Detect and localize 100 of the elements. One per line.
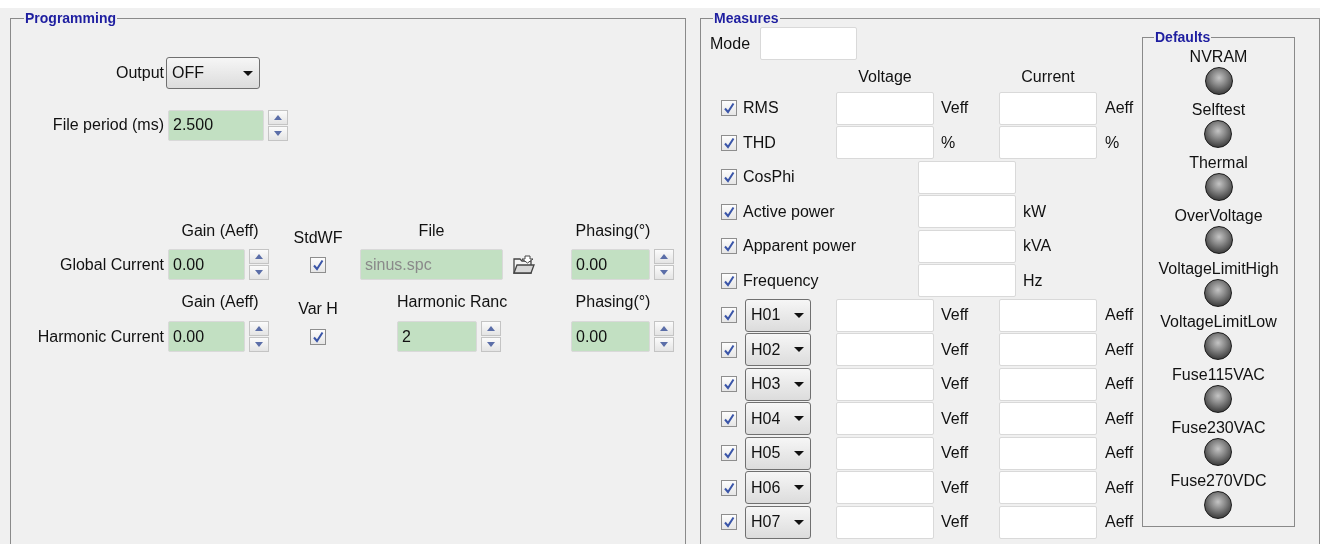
triangle-down-icon [660,342,668,347]
harmonic-dropdown[interactable]: H06 [745,471,811,505]
spin-up-button[interactable] [249,321,269,336]
file-period-field[interactable]: 2.500 [168,109,264,141]
triangle-down-icon [274,130,282,136]
triangle-down-icon [660,270,668,275]
indicator-label: NVRAM [1189,47,1248,67]
measure-label: Apparent power [743,237,857,256]
spin-down-button[interactable] [481,337,501,352]
checkbox[interactable] [721,203,737,220]
checkbox[interactable] [721,272,737,289]
unit-label: % [1104,133,1121,152]
spin-down-button[interactable] [654,265,674,280]
checkbox[interactable] [721,445,737,462]
row-label: Global Current [58,255,164,274]
measure-label: Active power [743,202,836,221]
spin-down-button[interactable] [654,337,674,352]
caret-icon [794,347,804,353]
measure-label: Frequency [743,271,820,290]
spin-down-button[interactable] [249,337,269,352]
folder-icon[interactable] [512,253,536,276]
voltage-field[interactable] [836,505,934,539]
current-field[interactable] [999,298,1097,332]
checkbox[interactable] [721,307,737,324]
harmonic-dropdown[interactable]: H07 [745,505,811,539]
unit-label: Aeff [1104,99,1135,118]
column-header: File [417,221,446,241]
current-field[interactable] [999,471,1097,505]
triangle-down-icon [487,342,495,347]
value-field[interactable] [918,160,1016,194]
spin-up-button[interactable] [654,249,674,264]
indicator-label: Thermal [1189,153,1248,173]
spin-up-button[interactable] [268,109,288,125]
unit-label: Aeff [1104,513,1135,532]
checkbox[interactable] [721,341,737,358]
panel-title: Measures [713,10,780,26]
voltage-field[interactable] [836,91,934,125]
checkbox[interactable] [721,238,737,255]
voltage-field[interactable] [836,298,934,332]
harmonic-dropdown[interactable]: H04 [745,402,811,436]
voltage-field[interactable] [836,367,934,401]
value-field[interactable] [918,229,1016,263]
triangle-up-icon [274,114,282,120]
voltage-field[interactable] [836,333,934,367]
current-field[interactable] [999,333,1097,367]
harmonic-range-field[interactable]: 2 [397,321,477,352]
unit-label: Veff [940,340,970,359]
indicator-label: OverVoltage [1174,206,1263,226]
voltage-field[interactable] [836,402,934,436]
checkbox[interactable] [721,100,737,117]
measure-label: CosPhi [743,168,796,187]
caret-icon [794,519,804,525]
unit-label: kVA [1022,237,1053,256]
checkbox[interactable] [721,169,737,186]
harmonic-dropdown[interactable]: H02 [745,333,811,367]
current-field[interactable] [999,402,1097,436]
column-header: StdWF [292,228,344,248]
harmonic-dropdown[interactable]: H03 [745,367,811,401]
spin-up-button[interactable] [654,321,674,336]
unit-label: Veff [940,513,970,532]
caret-icon [794,416,804,422]
current-field[interactable] [999,91,1097,125]
indicator-label: Fuse270VDC [1170,471,1267,491]
voltage-field[interactable] [836,126,934,160]
current-field[interactable] [999,126,1097,160]
checkbox[interactable] [721,134,737,151]
field-label: Output [114,64,164,82]
unit-label: Veff [940,375,970,394]
spin-up-button[interactable] [481,321,501,336]
gain-field[interactable]: 0.00 [168,321,245,352]
unit-label: Aeff [1104,409,1135,428]
checkbox[interactable] [721,410,737,427]
checkbox[interactable] [310,328,326,345]
field-label: File period (ms) [51,116,164,134]
harmonic-dropdown[interactable]: H05 [745,436,811,470]
value-field[interactable] [918,195,1016,229]
unit-label: % [940,133,957,152]
mode-field[interactable] [760,27,857,60]
voltage-field[interactable] [836,436,934,470]
output-dropdown[interactable]: OFF [166,57,260,89]
current-field[interactable] [999,436,1097,470]
spin-down-button[interactable] [268,125,288,141]
current-field[interactable] [999,505,1097,539]
current-field[interactable] [999,367,1097,401]
value-field[interactable] [918,264,1016,298]
spin-up-button[interactable] [249,249,269,264]
triangle-up-icon [660,254,668,259]
column-header: Phasing(°) [574,221,652,241]
checkbox[interactable] [721,514,737,531]
phasing-field[interactable]: 0.00 [571,321,650,352]
unit-label: Veff [940,444,970,463]
checkbox[interactable] [721,376,737,393]
harmonic-dropdown[interactable]: H01 [745,298,811,332]
spin-down-button[interactable] [249,265,269,280]
unit-label: Veff [940,409,970,428]
voltage-field[interactable] [836,471,934,505]
caret-icon [794,485,804,491]
checkbox[interactable] [721,479,737,496]
caret-icon [794,450,804,456]
unit-label: Aeff [1104,444,1135,463]
